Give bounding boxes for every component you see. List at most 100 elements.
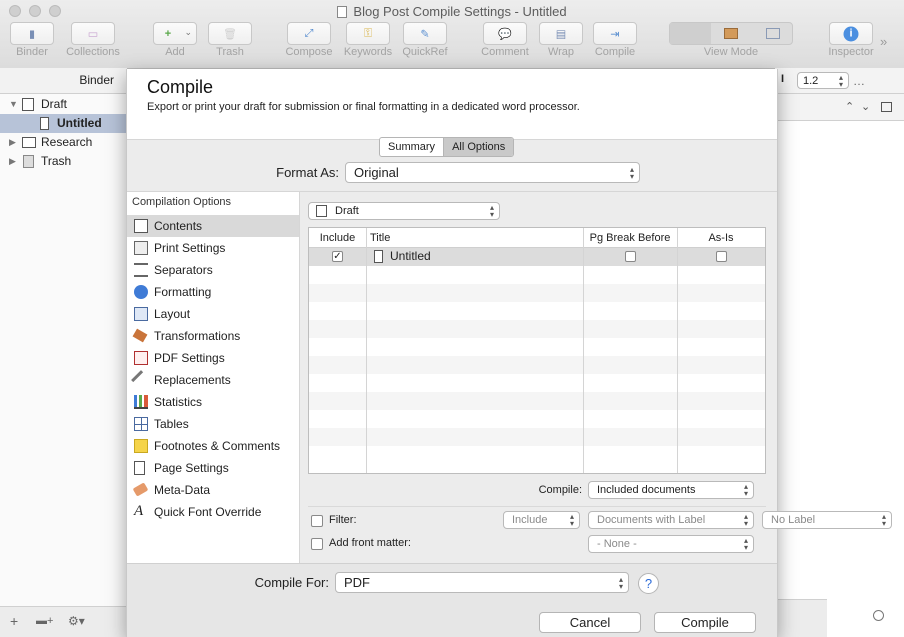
window-title-text: Blog Post Compile Settings - Untitled [353, 4, 567, 19]
help-button[interactable]: ? [638, 573, 659, 594]
toolbar-inspector[interactable]: i Inspector [824, 22, 878, 58]
line-spacing-select[interactable]: 1.2 ▴ ▾ [797, 72, 849, 89]
option-transformations[interactable]: Transformations [127, 325, 299, 347]
front-matter-select[interactable]: - None - ▴ ▾ [588, 535, 754, 553]
option-pdf-settings[interactable]: PDF Settings [127, 347, 299, 369]
option-contents[interactable]: Contents [127, 215, 299, 237]
option-formatting[interactable]: Formatting [127, 281, 299, 303]
page-settings-icon [134, 461, 145, 475]
more-options-icon[interactable]: … [853, 74, 865, 88]
option-footnotes-comments[interactable]: Footnotes & Comments [127, 435, 299, 457]
binder-item-draft[interactable]: ▼ Draft [0, 95, 127, 114]
toolbar-wrap[interactable]: ▤ Wrap [539, 22, 583, 58]
toolbar-comment[interactable]: 💬 Comment [478, 22, 532, 58]
folder-select[interactable]: Draft ▴ ▾ [308, 202, 500, 220]
option-meta-data[interactable]: Meta-Data [127, 479, 299, 501]
toolbar-quickref[interactable]: ✎ QuickRef [400, 22, 450, 58]
table-row-empty [309, 320, 765, 338]
filter-by-select[interactable]: Documents with Label ▴ ▾ [588, 511, 754, 529]
window-title: Blog Post Compile Settings - Untitled [0, 4, 904, 19]
option-quick-font-override[interactable]: A Quick Font Override [127, 501, 299, 523]
toolbar-binder[interactable]: ▮ Binder [8, 22, 56, 58]
disclosure-closed-icon[interactable]: ▶ [9, 133, 16, 152]
draft-folder-icon [316, 205, 327, 217]
option-separators[interactable]: Separators [127, 259, 299, 281]
option-layout[interactable]: Layout [127, 303, 299, 325]
formatting-icon [134, 285, 148, 299]
chevron-down-icon: ⌄ [184, 27, 192, 37]
option-page-settings[interactable]: Page Settings [127, 457, 299, 479]
tab-summary[interactable]: Summary [380, 138, 443, 156]
option-label: Replacements [154, 373, 231, 387]
disclosure-open-icon[interactable]: ▼ [9, 95, 18, 114]
compile-scope-select[interactable]: Included documents ▴ ▾ [588, 481, 754, 499]
option-label: Print Settings [154, 241, 226, 255]
add-item-icon[interactable]: + [10, 613, 18, 629]
tab-all-options[interactable]: All Options [443, 138, 514, 156]
option-statistics[interactable]: Statistics [127, 391, 299, 413]
toolbar-inspector-label: Inspector [828, 46, 874, 58]
toolbar-trash[interactable]: 🗑 Trash [208, 22, 252, 58]
view-mode-outliner-icon[interactable] [766, 28, 780, 39]
format-as-select[interactable]: Original ▴ ▾ [345, 162, 640, 183]
app-window: Blog Post Compile Settings - Untitled ▮ … [0, 0, 904, 637]
previous-document-icon[interactable]: ⌃ [845, 100, 854, 113]
toolbar-view-mode-label: View Mode [703, 46, 759, 58]
toolbar-trash-label: Trash [216, 46, 244, 58]
toolbar-compose[interactable]: ⤢ Compose [283, 22, 335, 58]
option-print-settings[interactable]: Print Settings [127, 237, 299, 259]
include-checkbox[interactable]: ✓ [332, 251, 343, 262]
column-title[interactable]: Title [370, 228, 390, 248]
toolbar-collections[interactable]: ▭ Collections [62, 22, 124, 58]
toolbar-add[interactable]: + ⌄ Add [152, 22, 198, 58]
toolbar-compile-label: Compile [594, 46, 636, 58]
toolbar-view-mode[interactable]: View Mode [669, 22, 793, 58]
front-matter-label: Add front matter: [329, 537, 411, 549]
filter-checkbox[interactable] [311, 515, 323, 527]
compile-for-label: Compile For: [254, 575, 329, 590]
view-mode-corkboard-icon[interactable] [724, 28, 738, 39]
dialog-footer: Compile For: PDF ▴ ▾ ? Cancel Compile [127, 563, 777, 637]
column-pg-break-before[interactable]: Pg Break Before [583, 228, 677, 248]
cancel-button[interactable]: Cancel [539, 612, 641, 633]
binder-item-label: Research [41, 135, 93, 149]
option-label: PDF Settings [154, 351, 225, 365]
compile-for-select[interactable]: PDF ▴ ▾ [335, 572, 629, 593]
binder-item-untitled[interactable]: Untitled [0, 114, 127, 133]
gear-icon[interactable]: ⚙▾ [68, 614, 85, 628]
toolbar-overflow-icon[interactable]: » [880, 34, 887, 49]
filter-label-select[interactable]: No Label ▴ ▾ [762, 511, 892, 529]
column-as-is[interactable]: As-Is [677, 228, 765, 248]
printer-icon [134, 241, 148, 255]
updown-icon: ▴ ▾ [629, 164, 634, 181]
table-row[interactable]: ✓ Untitled [309, 248, 765, 266]
option-replacements[interactable]: Replacements [127, 369, 299, 391]
table-row-empty [309, 446, 765, 464]
compile-button[interactable]: Compile [654, 612, 756, 633]
pg-break-checkbox[interactable] [625, 251, 636, 262]
as-is-checkbox[interactable] [716, 251, 727, 262]
split-view-icon[interactable] [881, 102, 892, 112]
binder-sidebar: Binder ▼ Draft Untitled ▶ Research ▶ Tra… [0, 68, 127, 637]
add-folder-icon[interactable]: ▬+ [36, 615, 53, 627]
compile-scope-label: Compile: [538, 484, 582, 496]
view-mode-document-icon[interactable] [670, 23, 711, 44]
binder-footer: + ▬+ ⚙▾ [0, 606, 127, 637]
toolbar-compile[interactable]: ⇥ Compile [592, 22, 638, 58]
format-as-value: Original [354, 165, 399, 180]
front-matter-checkbox[interactable] [311, 538, 323, 550]
filter-mode-select[interactable]: Include ▴ ▾ [503, 511, 580, 529]
disclosure-closed-icon[interactable]: ▶ [9, 152, 16, 171]
updown-icon: ▴ ▾ [618, 574, 623, 591]
document-icon [374, 250, 383, 263]
binder-item-research[interactable]: ▶ Research [0, 133, 127, 152]
toolbar-keywords[interactable]: ⚿ Keywords [342, 22, 394, 58]
column-divider [366, 228, 367, 473]
column-include[interactable]: Include [309, 228, 366, 248]
next-document-icon[interactable]: ⌄ [861, 100, 870, 113]
toolbar-compose-label: Compose [285, 46, 333, 58]
binder-item-trash[interactable]: ▶ Trash [0, 152, 127, 171]
folder-value: Draft [335, 205, 359, 217]
option-tables[interactable]: Tables [127, 413, 299, 435]
target-icon[interactable] [873, 610, 884, 621]
